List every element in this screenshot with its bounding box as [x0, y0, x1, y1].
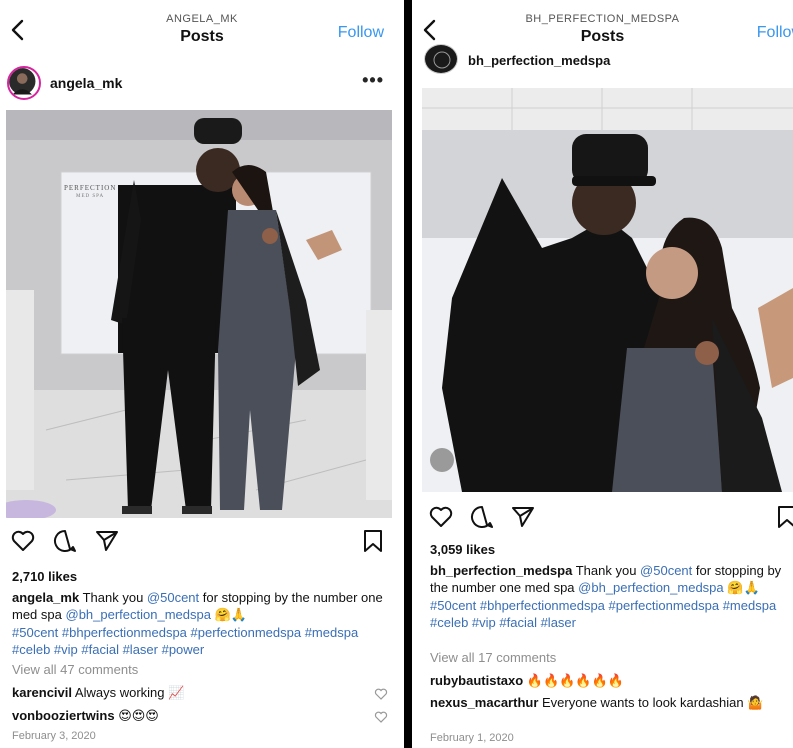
comment-author[interactable]: vonbooziertwins [12, 708, 115, 723]
post-author[interactable]: angela_mk [50, 75, 122, 91]
comment-heart-icon[interactable] [374, 710, 388, 724]
post-date: February 3, 2020 [12, 730, 96, 742]
post-caption: angela_mk Thank you @50cent for stopping… [12, 590, 383, 657]
caption-emoji: 🤗🙏 [727, 581, 760, 596]
more-icon[interactable]: ••• [362, 70, 384, 91]
comment-row: rubybautistaxo 🔥🔥🔥🔥🔥🔥 [430, 673, 624, 689]
mention-link[interactable]: @bh_perfection_medspa [578, 580, 723, 595]
comment-author[interactable]: nexus_macarthur [430, 695, 538, 710]
comment-icon[interactable] [52, 528, 78, 554]
view-all-comments-link[interactable]: View all 47 comments [12, 662, 138, 677]
post-caption: bh_perfection_medspa Thank you @50cent f… [430, 563, 782, 630]
post-photo[interactable]: PERFECTION MED SPA [6, 110, 392, 518]
likes-count[interactable]: 2,710 likes [12, 569, 77, 584]
header-username: BH_PERFECTION_MEDSPA [525, 13, 680, 25]
mention-link[interactable]: @bh_perfection_medspa [66, 607, 211, 622]
share-icon[interactable] [510, 504, 536, 530]
bookmark-icon[interactable] [774, 504, 793, 530]
post-screen-angela: ANGELA_MK Posts Follow angela_mk ••• PER… [0, 0, 404, 748]
avatar[interactable] [424, 44, 458, 74]
caption-author[interactable]: angela_mk [12, 590, 79, 605]
follow-button[interactable]: Follow [338, 24, 384, 42]
post-actions [0, 528, 404, 558]
wall-sign-subtext: MED SPA [76, 194, 105, 199]
wall-sign-text: PERFECTION [64, 184, 117, 192]
comment-author[interactable]: rubybautistaxo [430, 673, 523, 688]
hashtags[interactable]: #50cent #bhperfectionmedspa #perfectionm… [430, 598, 776, 630]
comment-heart-icon[interactable] [374, 687, 388, 701]
comment-author[interactable]: karencivil [12, 685, 72, 700]
post-header: angela_mk ••• [0, 62, 404, 106]
heart-icon[interactable] [10, 528, 36, 554]
hashtags[interactable]: #50cent #bhperfectionmedspa #perfectionm… [12, 625, 358, 657]
bookmark-icon[interactable] [360, 528, 386, 554]
post-screen-bh-perfection: BH_PERFECTION_MEDSPA Posts Follow bh_per… [412, 0, 793, 748]
post-author[interactable]: bh_perfection_medspa [468, 53, 610, 68]
share-icon[interactable] [94, 528, 120, 554]
comment-row: vonbooziertwins 😍😍😍 [12, 708, 159, 724]
heart-icon[interactable] [428, 504, 454, 530]
comment-row: nexus_macarthur Everyone wants to look k… [430, 695, 764, 711]
top-bar: BH_PERFECTION_MEDSPA Posts Follow [412, 0, 793, 56]
post-date: February 1, 2020 [430, 732, 514, 744]
comment-row: karencivil Always working 📈 [12, 685, 185, 701]
view-all-comments-link[interactable]: View all 17 comments [430, 650, 556, 665]
post-photo[interactable] [422, 88, 793, 492]
top-bar: ANGELA_MK Posts Follow [0, 0, 404, 56]
caption-emoji: 🤗🙏 [214, 608, 247, 623]
mention-link[interactable]: @50cent [640, 563, 692, 578]
mention-link[interactable]: @50cent [147, 590, 199, 605]
likes-count[interactable]: 3,059 likes [430, 542, 495, 557]
post-header: bh_perfection_medspa [412, 44, 793, 80]
page-title: Posts [580, 28, 625, 45]
caption-author[interactable]: bh_perfection_medspa [430, 563, 572, 578]
comment-icon[interactable] [469, 504, 495, 530]
avatar[interactable] [7, 66, 41, 100]
post-actions [412, 504, 793, 534]
follow-button[interactable]: Follow [757, 24, 793, 42]
